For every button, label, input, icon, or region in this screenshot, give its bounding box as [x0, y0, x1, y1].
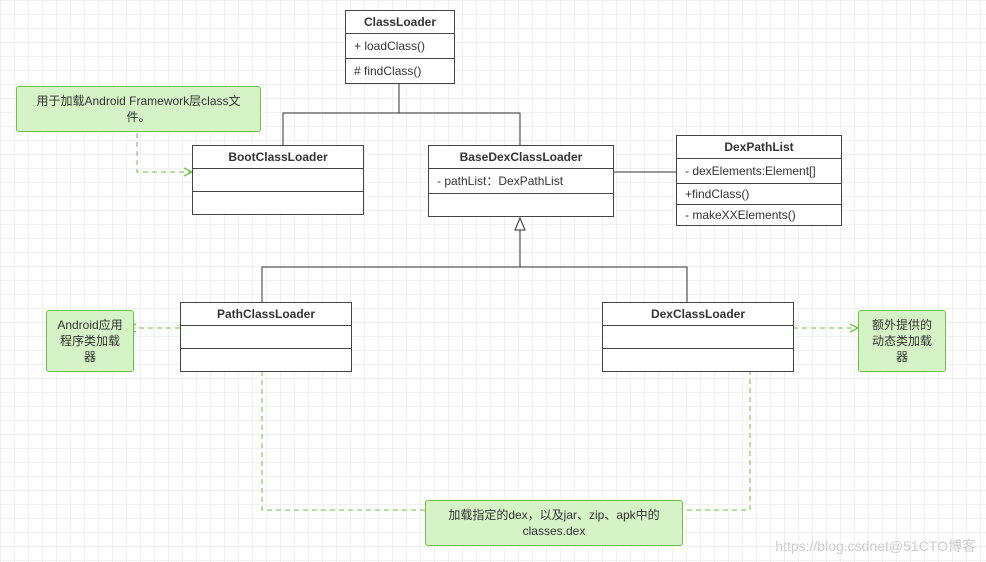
class-attr-empty [193, 169, 363, 192]
class-title: BaseDexClassLoader [429, 146, 613, 169]
class-method-empty [193, 192, 363, 214]
class-attr: - dexElements:Element[] [677, 159, 841, 184]
class-method: + loadClass() [346, 34, 454, 59]
class-ClassLoader: ClassLoader + loadClass() # findClass() [345, 10, 455, 84]
note-dexclassloader: 额外提供的动态类加载器 [858, 310, 946, 372]
class-title: DexPathList [677, 136, 841, 159]
class-title: PathClassLoader [181, 303, 351, 326]
class-attr-empty [603, 326, 793, 349]
class-DexClassLoader: DexClassLoader [602, 302, 794, 372]
class-method-empty [603, 349, 793, 371]
class-method: +findClass() [677, 184, 841, 205]
class-method: # findClass() [346, 59, 454, 83]
class-PathClassLoader: PathClassLoader [180, 302, 352, 372]
grid-background [0, 0, 986, 562]
class-attr: - pathList：DexPathList [429, 169, 613, 194]
class-BaseDexClassLoader: BaseDexClassLoader - pathList：DexPathLis… [428, 145, 614, 217]
class-method: - makeXXElements() [677, 205, 841, 225]
class-BootClassLoader: BootClassLoader [192, 145, 364, 215]
class-title: ClassLoader [346, 11, 454, 34]
class-title: DexClassLoader [603, 303, 793, 326]
note-dex-loading: 加载指定的dex，以及jar、zip、apk中的classes.dex [425, 500, 683, 546]
class-method-empty [429, 194, 613, 216]
class-DexPathList: DexPathList - dexElements:Element[] +fin… [676, 135, 842, 226]
note-bootclassloader: 用于加载Android Framework层class文件。 [16, 86, 261, 132]
note-pathclassloader: Android应用程序类加载器 [46, 310, 134, 372]
class-title: BootClassLoader [193, 146, 363, 169]
class-method-empty [181, 349, 351, 371]
class-attr-empty [181, 326, 351, 349]
watermark: https://blog.csdnet@51CTO博客 [775, 536, 976, 556]
